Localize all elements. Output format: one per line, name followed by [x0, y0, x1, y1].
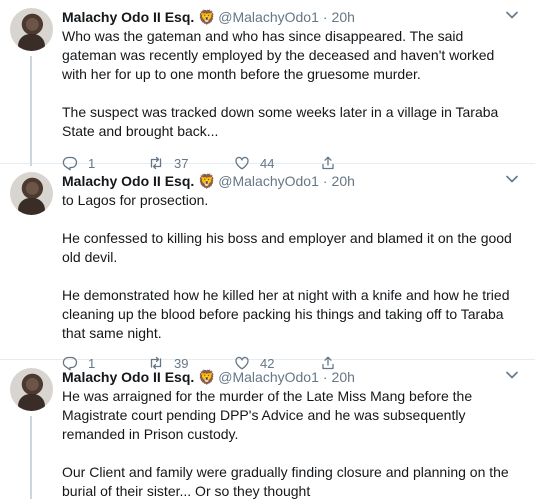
tweet-header: Malachy Odo II Esq. 🦁 @MalachyOdo1 · 20h: [62, 172, 519, 190]
user-handle[interactable]: @MalachyOdo1: [218, 9, 319, 25]
tweet-paragraph: to Lagos for prosection.: [62, 192, 209, 208]
avatar[interactable]: [10, 368, 53, 411]
tweet[interactable]: Malachy Odo II Esq. 🦁 @MalachyOdo1 · 20h…: [0, 0, 535, 171]
lion-emoji-icon: 🦁: [198, 369, 216, 385]
separator-dot: ·: [322, 173, 328, 189]
chevron-down-icon[interactable]: [505, 368, 519, 382]
chevron-down-icon[interactable]: [505, 8, 519, 22]
avatar[interactable]: [10, 172, 53, 215]
display-name[interactable]: Malachy Odo II Esq.: [62, 173, 194, 189]
tweet-thread: Malachy Odo II Esq. 🦁 @MalachyOdo1 · 20h…: [0, 0, 535, 499]
tweet-paragraph: He was arraigned for the murder of the L…: [62, 388, 473, 442]
tweet-header: Malachy Odo II Esq. 🦁 @MalachyOdo1 · 20h: [62, 8, 519, 26]
tweet-paragraph: The suspect was tracked down some weeks …: [62, 104, 499, 139]
tweet-text: to Lagos for prosection. He confessed to…: [62, 191, 519, 343]
tweet-paragraph: Who was the gateman and who has since di…: [62, 28, 495, 82]
separator-dot: ·: [322, 9, 328, 25]
tweet-paragraph: He demonstrated how he killed her at nig…: [62, 287, 510, 341]
chevron-down-icon[interactable]: [505, 172, 519, 186]
user-handle[interactable]: @MalachyOdo1: [218, 369, 319, 385]
tweet[interactable]: Malachy Odo II Esq. 🦁 @MalachyOdo1 · 20h…: [0, 164, 535, 371]
display-name[interactable]: Malachy Odo II Esq.: [62, 369, 194, 385]
tweet-header: Malachy Odo II Esq. 🦁 @MalachyOdo1 · 20h: [62, 368, 519, 386]
thread-line: [30, 416, 32, 499]
tweet-text: He was arraigned for the murder of the L…: [62, 387, 519, 499]
tweet-paragraph: He confessed to killing his boss and emp…: [62, 230, 512, 265]
tweet-paragraph: Our Client and family were gradually fin…: [62, 464, 509, 499]
display-name[interactable]: Malachy Odo II Esq.: [62, 9, 194, 25]
timestamp[interactable]: 20h: [332, 9, 355, 25]
lion-emoji-icon: 🦁: [198, 9, 216, 25]
thread-line: [30, 56, 32, 166]
avatar[interactable]: [10, 8, 53, 51]
timestamp[interactable]: 20h: [332, 369, 355, 385]
tweet-text: Who was the gateman and who has since di…: [62, 27, 519, 141]
lion-emoji-icon: 🦁: [198, 173, 216, 189]
timestamp[interactable]: 20h: [332, 173, 355, 189]
user-handle[interactable]: @MalachyOdo1: [218, 173, 319, 189]
separator-dot: ·: [322, 369, 328, 385]
tweet[interactable]: Malachy Odo II Esq. 🦁 @MalachyOdo1 · 20h…: [0, 360, 535, 499]
